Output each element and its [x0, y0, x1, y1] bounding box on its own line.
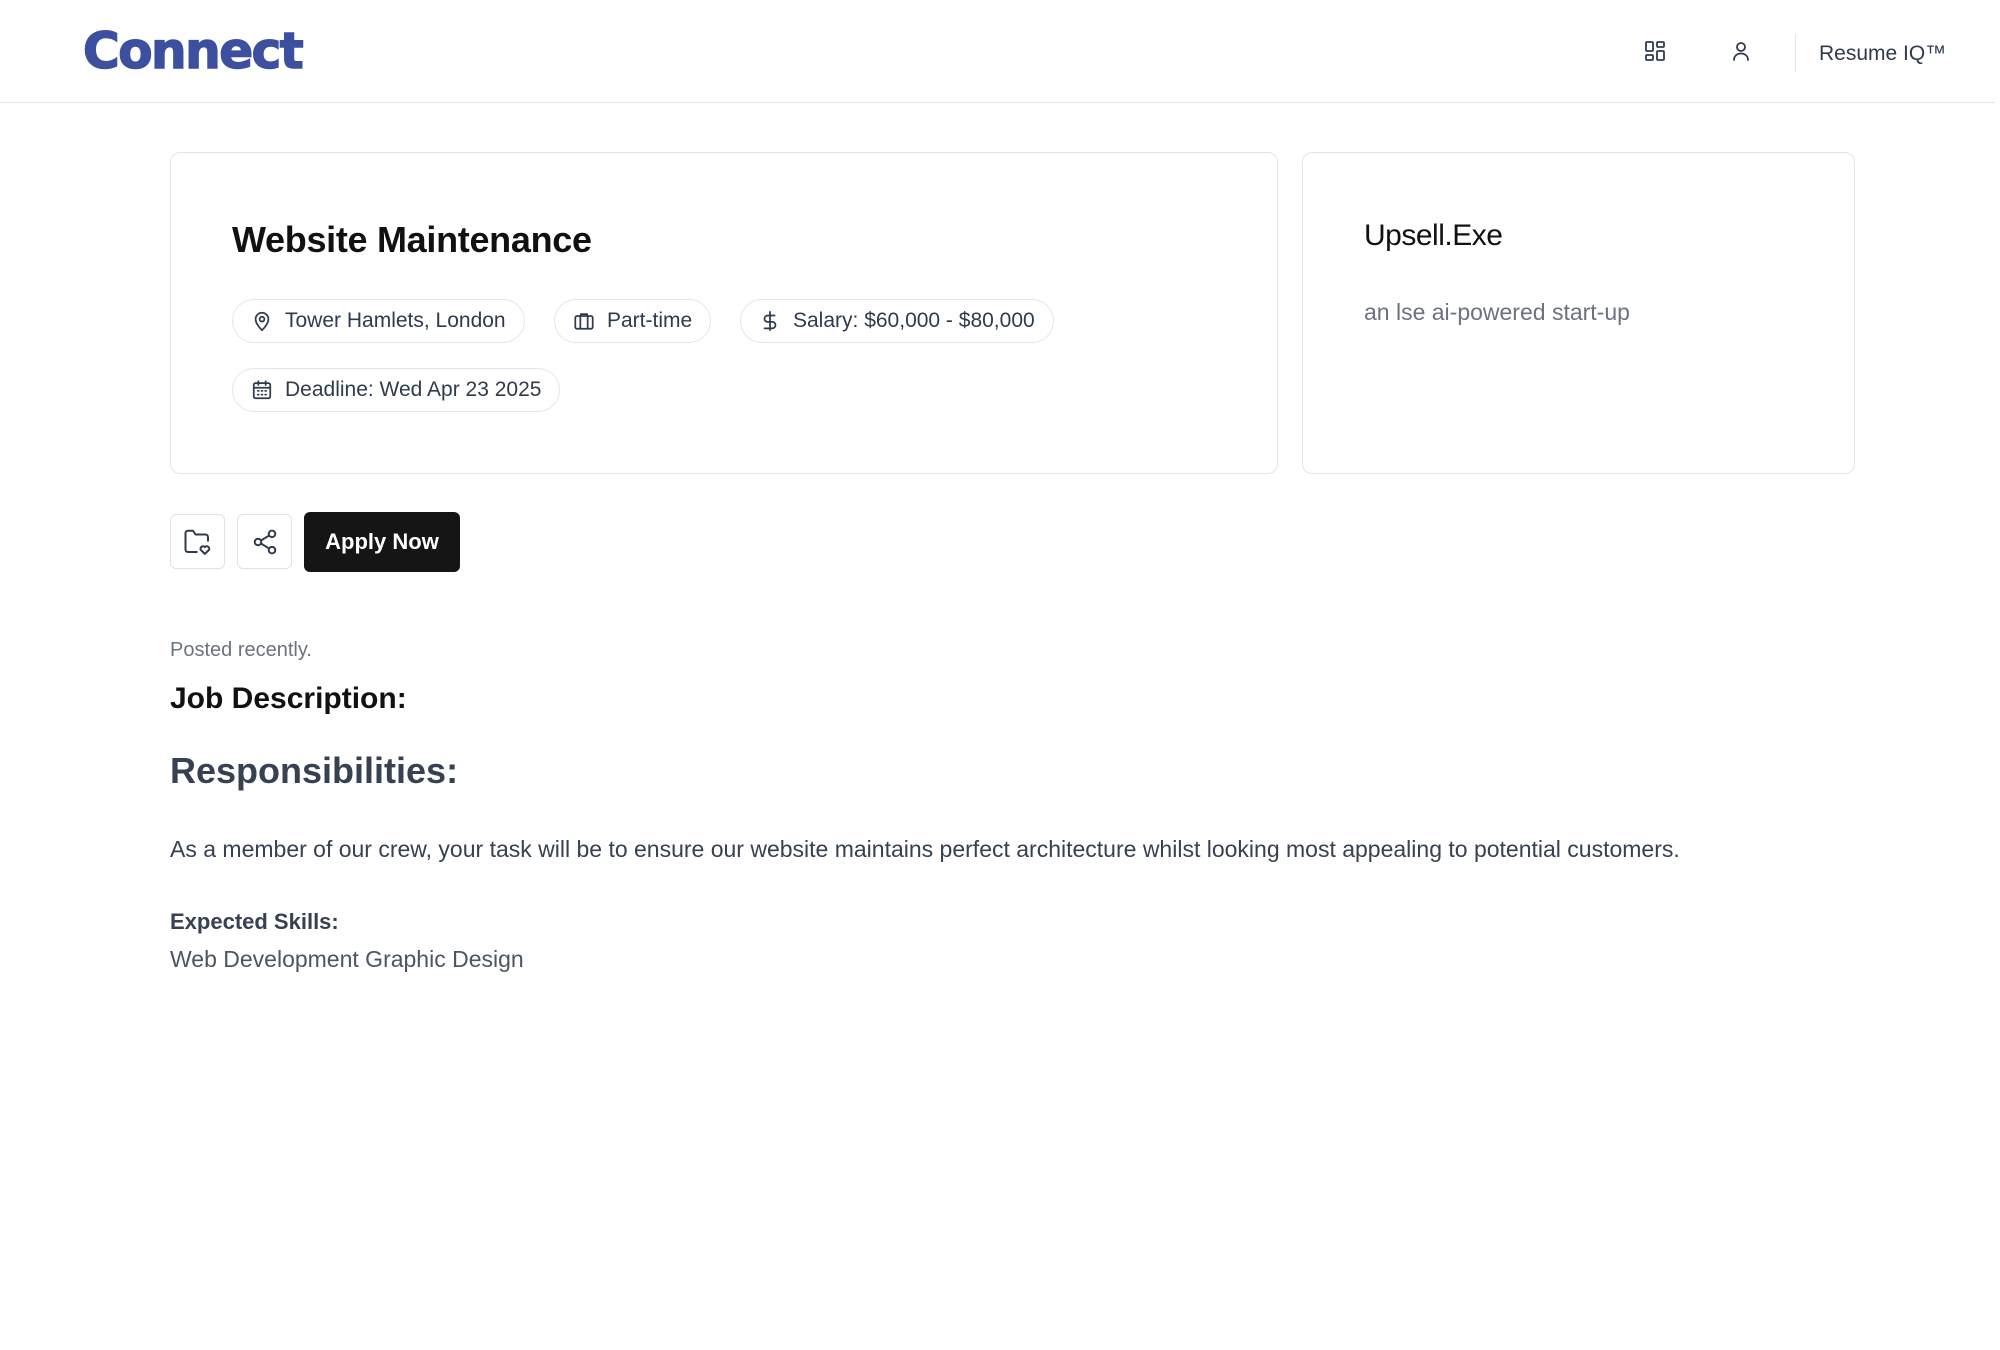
deadline-text: Deadline: Wed Apr 23 2025	[285, 378, 542, 401]
map-pin-icon	[254, 311, 270, 332]
nav-divider	[1795, 34, 1796, 72]
salary-text: Salary: $60,000 - $80,000	[793, 309, 1035, 332]
deadline-chip: Deadline: Wed Apr 23 2025	[232, 368, 561, 412]
company-card: Upsell.Exe an lse ai-powered start-up	[1302, 152, 1855, 474]
brand-logo[interactable]: Connect	[82, 21, 304, 81]
job-summary-card: Website Maintenance Tower Hamlets, Londo…	[170, 152, 1278, 474]
job-type-text: Part-time	[607, 309, 693, 332]
user-icon[interactable]	[1726, 36, 1756, 66]
job-title: Website Maintenance	[232, 219, 592, 260]
responsibilities-heading: Responsibilities:	[170, 750, 459, 791]
company-name[interactable]: Upsell.Exe	[1364, 219, 1503, 253]
share-job-button[interactable]	[237, 514, 292, 569]
folder-heart-icon	[184, 529, 210, 555]
dashboard-icon[interactable]	[1640, 36, 1670, 66]
expected-skills-list: Web Development Graphic Design	[170, 946, 524, 972]
top-navbar: Connect Resume IQ™	[0, 0, 1995, 103]
dollar-icon	[763, 310, 777, 332]
resume-iq-link[interactable]: Resume IQ™	[1819, 42, 1946, 66]
expected-skills-label: Expected Skills:	[170, 909, 339, 934]
responsibilities-text: As a member of our crew, your task will …	[170, 836, 1680, 862]
job-type-chip: Part-time	[554, 299, 712, 343]
location-text: Tower Hamlets, London	[285, 309, 506, 332]
share-icon	[253, 529, 276, 554]
salary-chip: Salary: $60,000 - $80,000	[740, 299, 1054, 343]
calendar-icon	[252, 380, 272, 400]
apply-now-button[interactable]: Apply Now	[304, 512, 460, 572]
briefcase-icon	[574, 313, 594, 330]
save-job-button[interactable]	[170, 514, 225, 569]
posted-date: Posted recently.	[170, 639, 312, 661]
job-description-heading: Job Description:	[170, 682, 407, 715]
location-chip: Tower Hamlets, London	[232, 299, 525, 343]
company-tagline: an lse ai-powered start-up	[1364, 299, 1630, 325]
